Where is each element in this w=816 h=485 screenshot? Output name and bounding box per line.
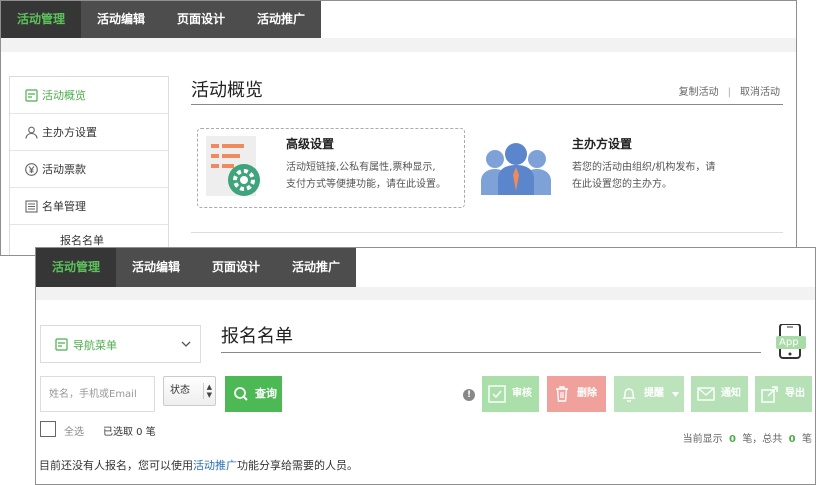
bell-icon — [622, 388, 636, 403]
page-title: 报名名单 — [221, 326, 293, 347]
notify-button[interactable]: 通知 — [691, 376, 748, 412]
content-divider — [191, 232, 783, 233]
nav-menu-label: 导航菜单 — [73, 339, 117, 352]
remind-dropdown-button[interactable]: 提醒 — [614, 376, 684, 412]
back-nav-manage[interactable]: 活动管理 — [1, 1, 82, 38]
caret-down-icon — [672, 392, 679, 397]
check-square-icon — [488, 385, 506, 403]
app-badge: App — [779, 337, 799, 348]
sidebar-item-label: 主办方设置 — [42, 126, 97, 139]
promote-link[interactable]: 活动推广 — [193, 459, 237, 472]
front-nav-manage[interactable]: 活动管理 — [36, 248, 117, 287]
remind-button-label: 提醒 — [644, 388, 664, 399]
front-subheader-strip — [36, 287, 815, 300]
back-nav-promote[interactable]: 活动推广 — [241, 1, 321, 38]
search-icon — [234, 387, 248, 401]
advanced-settings-title: 高级设置 — [286, 137, 335, 151]
sidebar-item-tickets[interactable]: 活动票款 — [10, 151, 168, 188]
front-nav-promote[interactable]: 活动推广 — [276, 248, 356, 287]
export-button[interactable]: 导出 — [755, 376, 812, 412]
page-title: 活动概览 — [191, 80, 263, 101]
status-select[interactable]: 状态 ▲ ▼ — [163, 376, 216, 406]
organizer-settings-desc-2: 在此设置您的主办方。 — [572, 179, 672, 190]
sidebar-item-lists[interactable]: 名单管理 — [10, 188, 168, 225]
yen-icon — [25, 163, 38, 176]
settings-document-icon — [206, 136, 260, 196]
back-nav-edit[interactable]: 活动编辑 — [81, 1, 161, 38]
selected-count: 已选取 0 笔 — [103, 427, 156, 438]
organizer-settings-title[interactable]: 主办方设置 — [572, 135, 632, 152]
activity-icon — [55, 338, 68, 351]
empty-msg-after: 功能分享给需要的人员。 — [237, 459, 358, 472]
export-button-label: 导出 — [785, 388, 805, 399]
empty-state-message: 目前还没有人报名，您可以使用活动推广功能分享给需要的人员。 — [39, 457, 358, 473]
select-all-label[interactable]: 全选 — [64, 423, 84, 438]
activity-icon — [25, 89, 38, 102]
advanced-settings-desc-2: 支付方式等便捷功能，请在此设置。 — [286, 179, 446, 190]
info-icon[interactable]: ! — [463, 389, 475, 401]
query-button-label: 查询 — [255, 387, 277, 400]
back-subheader-strip — [1, 38, 796, 52]
mobile-app-icon[interactable]: App — [776, 323, 806, 362]
cancel-activity-link[interactable]: 取消活动 — [740, 87, 780, 98]
trash-icon — [556, 386, 568, 402]
delete-button[interactable]: 删除 — [547, 376, 606, 412]
chevron-down-icon — [181, 341, 191, 347]
sidebar-item-label: 活动概览 — [42, 89, 86, 102]
front-navbar: 活动管理 活动编辑 页面设计 活动推广 — [36, 248, 357, 287]
select-all-checkbox[interactable] — [40, 421, 56, 437]
empty-msg-before: 目前还没有人报名，您可以使用 — [39, 459, 193, 472]
title-divider — [221, 352, 761, 353]
display-mid: 笔，总共 — [742, 434, 783, 445]
advanced-settings-desc-1: 活动短链接,公私有属性,票种显示, — [286, 162, 436, 173]
notify-button-label: 通知 — [721, 388, 741, 399]
display-suffix: 笔 — [802, 434, 812, 445]
copy-activity-link[interactable]: 复制活动 — [679, 87, 719, 98]
audit-button-label: 审核 — [512, 388, 532, 399]
sidebar-item-overview[interactable]: 活动概览 — [10, 77, 168, 114]
user-icon — [25, 126, 38, 139]
audit-button[interactable]: 审核 — [482, 376, 539, 412]
search-input[interactable] — [40, 376, 155, 412]
display-prefix: 当前显示 — [682, 434, 723, 445]
sidebar-item-label: 名单管理 — [42, 200, 86, 213]
select-arrows-icon: ▲ ▼ — [202, 383, 212, 399]
sidebar-item-label: 活动票款 — [42, 163, 86, 176]
delete-button-label: 删除 — [577, 388, 597, 399]
title-actions: 复制活动 | 取消活动 — [679, 83, 780, 98]
display-summary: 当前显示 0 笔，总共 0 笔 — [683, 430, 812, 445]
display-total-count: 0 — [788, 434, 796, 445]
title-divider — [191, 104, 783, 105]
front-nav-edit[interactable]: 活动编辑 — [116, 248, 196, 287]
status-select-label: 状态 — [170, 385, 190, 396]
back-nav-design[interactable]: 页面设计 — [161, 1, 241, 38]
query-button[interactable]: 查询 — [225, 376, 282, 412]
back-navbar: 活动管理 活动编辑 页面设计 活动推广 — [1, 1, 322, 38]
display-shown-count: 0 — [728, 434, 736, 445]
sidebar-item-organizer[interactable]: 主办方设置 — [10, 114, 168, 151]
export-icon — [761, 386, 778, 403]
link-separator: | — [727, 87, 731, 98]
organizer-settings-desc-1: 若您的活动由组织/机构发布，请 — [572, 162, 716, 173]
back-sidebar: 活动概览 主办方设置 活动票款 名单管理 报名名单 — [9, 76, 169, 255]
organizer-group-icon — [481, 143, 551, 195]
nav-menu-dropdown[interactable]: 导航菜单 — [40, 325, 201, 363]
mail-icon — [697, 387, 715, 401]
front-nav-design[interactable]: 页面设计 — [196, 248, 276, 287]
back-window: 活动管理 活动编辑 页面设计 活动推广 活动概览 主办方设置 活动票款 名单管理… — [0, 0, 797, 256]
front-window: 活动管理 活动编辑 页面设计 活动推广 导航菜单 报名名单 App 状态 ▲▼ … — [35, 247, 816, 485]
list-icon — [25, 200, 38, 213]
